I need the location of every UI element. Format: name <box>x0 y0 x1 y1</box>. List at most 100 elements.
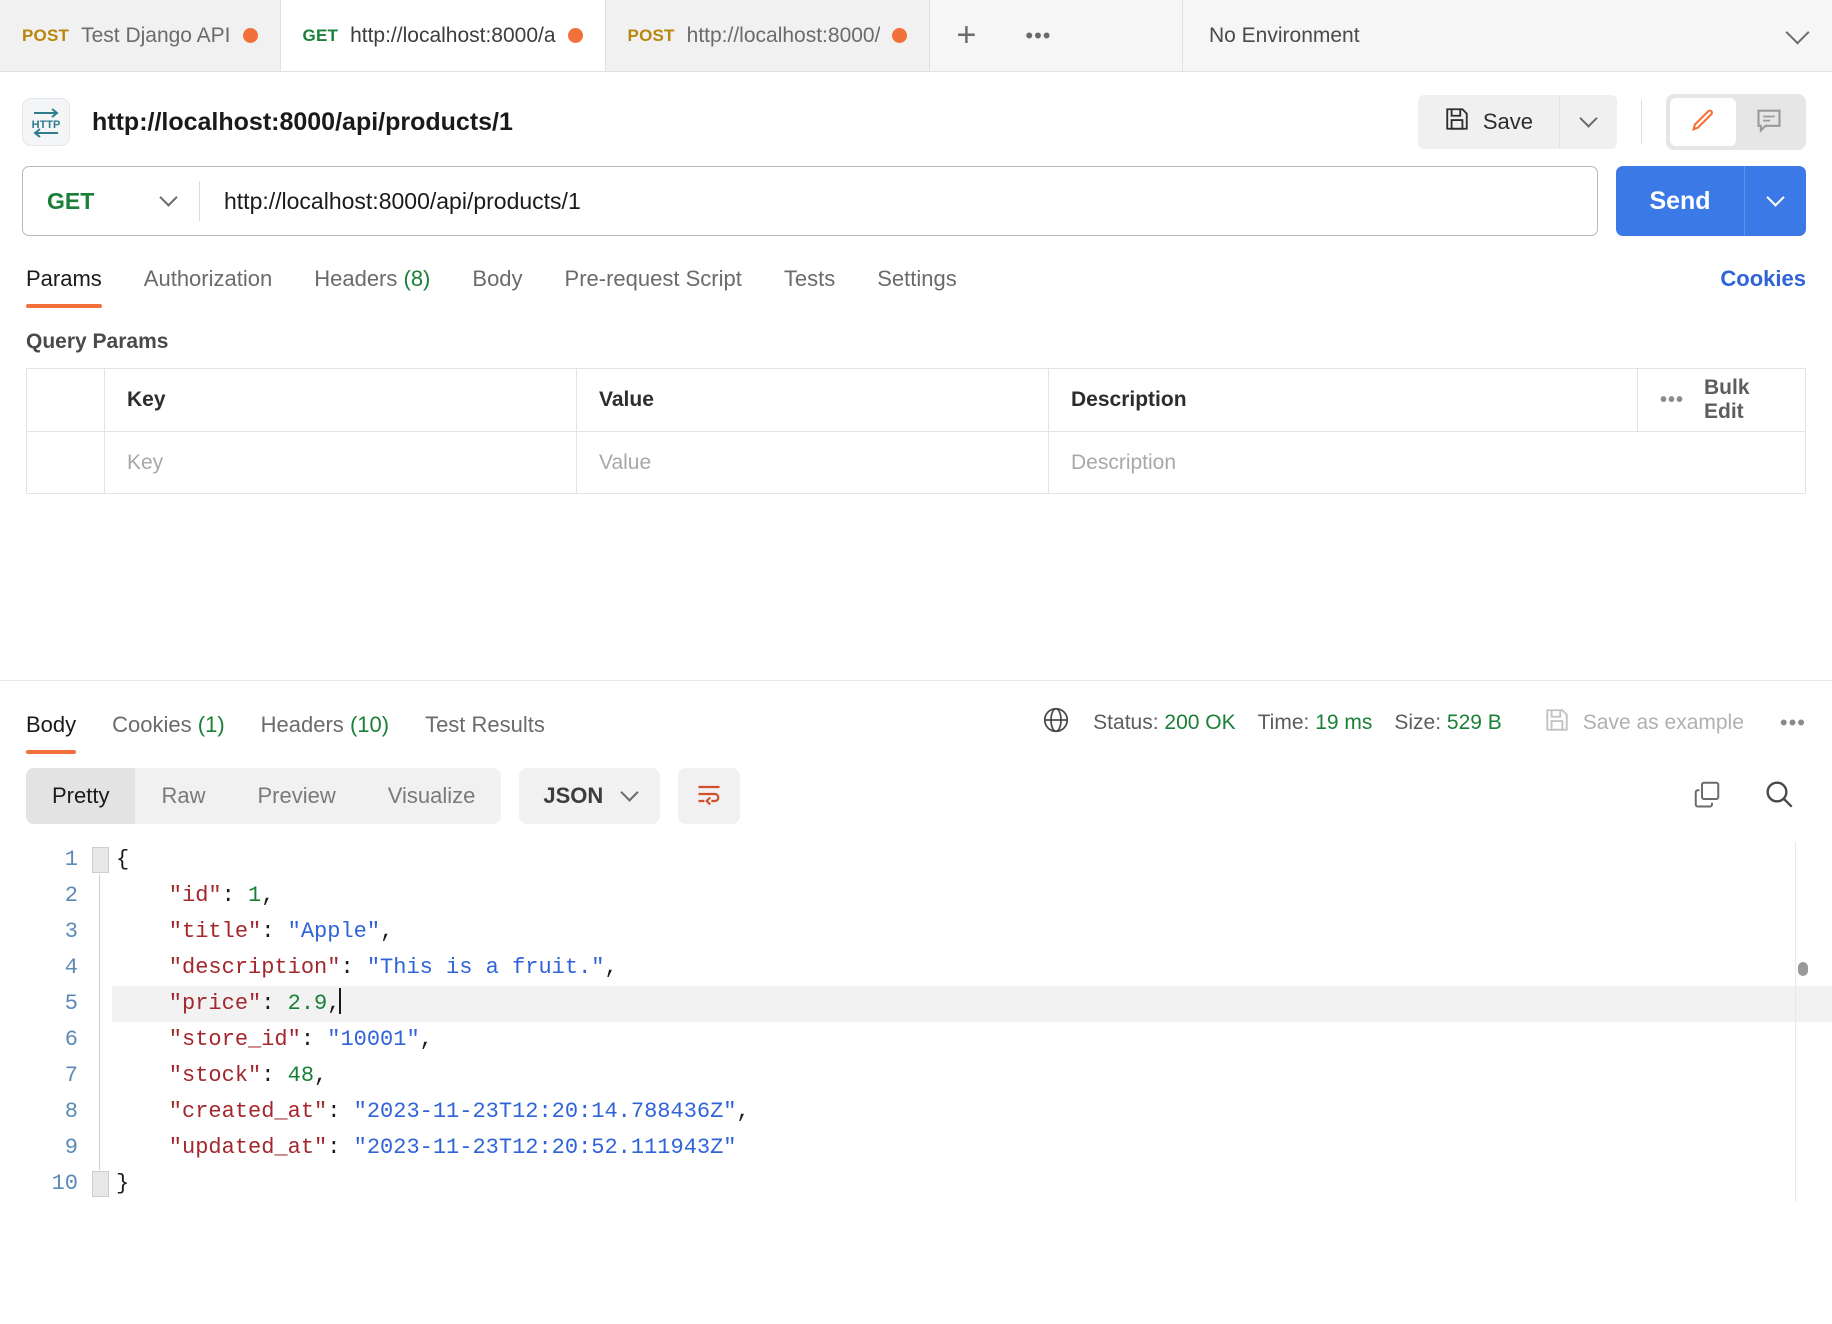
unsaved-dot-icon <box>242 28 258 43</box>
cookies-link[interactable]: Cookies <box>1720 266 1806 308</box>
request-tab-1[interactable]: GET http://localhost:8000/a <box>280 0 606 71</box>
code-token: 2.9 <box>287 991 328 1016</box>
code-token: : <box>261 919 288 944</box>
response-tab-headers[interactable]: Headers (10) <box>243 712 407 754</box>
size-value: 529 B <box>1446 710 1502 734</box>
tab-authorization[interactable]: Authorization <box>123 266 293 308</box>
send-button-group: Send <box>1616 166 1806 236</box>
floppy-disk-icon <box>1544 707 1570 739</box>
code-line-6: "store_id": "10001", <box>112 1022 1832 1058</box>
response-tab-body[interactable]: Body <box>26 712 94 754</box>
code-token: : <box>221 883 249 908</box>
tab-label: Headers <box>260 712 344 737</box>
row-key-cell[interactable]: Key <box>104 431 577 494</box>
time-text: Time: 19 ms <box>1258 711 1373 735</box>
row-value-cell[interactable]: Value <box>576 431 1049 494</box>
save-button-label: Save <box>1482 109 1533 134</box>
code-token: : <box>327 1099 354 1124</box>
query-params-title: Query Params <box>26 330 169 353</box>
pencil-icon <box>1689 106 1717 139</box>
code-token: , <box>736 1099 750 1124</box>
code-token: 1 <box>248 883 262 908</box>
comment-icon <box>1755 106 1783 139</box>
tab-method-label: POST <box>22 25 70 45</box>
tab-tests[interactable]: Tests <box>763 266 856 308</box>
comment-mode-button[interactable] <box>1736 98 1802 146</box>
code-token: "stock" <box>116 1063 262 1088</box>
request-header: HTTP http://localhost:8000/api/products/… <box>0 72 1832 166</box>
more-horizontal-icon[interactable]: ••• <box>1660 389 1684 412</box>
tab-title: http://localhost:8000/a <box>350 23 556 47</box>
view-pretty-button[interactable]: Pretty <box>26 768 136 824</box>
response-meta: Status: 200 OK Time: 19 ms Size: 529 B S… <box>1041 705 1806 754</box>
response-tab-cookies[interactable]: Cookies (1) <box>94 712 243 754</box>
send-button[interactable]: Send <box>1616 166 1744 236</box>
code-scrollbar[interactable] <box>1798 842 1808 1202</box>
table-row: Key Value Description <box>26 431 1806 494</box>
copy-button[interactable] <box>1680 769 1734 823</box>
code-token: 48 <box>287 1063 315 1088</box>
code-token: : <box>327 1135 354 1160</box>
response-format-selector[interactable]: JSON <box>519 768 661 824</box>
code-token: "store_id" <box>116 1027 301 1052</box>
tab-method-label: POST <box>627 25 675 45</box>
request-config-tabs: Params Authorization Headers (8) Body Pr… <box>0 236 1832 308</box>
word-wrap-icon <box>695 780 723 813</box>
save-button[interactable]: Save <box>1417 95 1559 149</box>
code-token: "2023-11-23T12:20:52.111943Z" <box>353 1135 737 1160</box>
code-token: , <box>314 1063 328 1088</box>
tab-headers[interactable]: Headers (8) <box>293 266 451 308</box>
request-tab-2[interactable]: POST http://localhost:8000/ <box>605 0 931 71</box>
tab-settings[interactable]: Settings <box>856 266 978 308</box>
tab-pre-request-script[interactable]: Pre-request Script <box>544 266 763 308</box>
code-token: "10001" <box>327 1027 420 1052</box>
view-raw-button[interactable]: Raw <box>135 768 231 824</box>
view-mode-pills: Pretty Raw Preview Visualize <box>26 768 502 824</box>
tab-label: Tests <box>783 266 836 291</box>
code-token: } <box>116 1171 130 1196</box>
code-line-8: "created_at": "2023-11-23T12:20:14.78843… <box>112 1094 1832 1130</box>
http-protocol-icon: HTTP <box>22 98 70 146</box>
save-button-group: Save <box>1417 95 1617 149</box>
code-fold-column[interactable] <box>92 842 112 1202</box>
code-token: "id" <box>116 883 222 908</box>
line-number: 2 <box>64 883 78 908</box>
tab-params[interactable]: Params <box>26 266 123 308</box>
tab-options-button[interactable]: ••• <box>1002 0 1075 71</box>
url-input[interactable] <box>200 187 1597 215</box>
response-tab-test-results[interactable]: Test Results <box>407 712 563 754</box>
code-token: , <box>604 955 618 980</box>
send-options-button[interactable] <box>1744 166 1806 236</box>
tab-list: POST Test Django API GET http://localhos… <box>0 0 931 71</box>
scrollbar-thumb[interactable] <box>1798 962 1808 976</box>
bulk-edit-button[interactable]: Bulk Edit <box>1704 376 1783 424</box>
code-lines: { "id": 1, "title": "Apple", "descriptio… <box>112 842 1832 1202</box>
search-button[interactable] <box>1752 769 1806 823</box>
save-as-example-button[interactable]: Save as example <box>1544 707 1744 739</box>
line-number: 10 <box>51 1171 78 1196</box>
tab-body[interactable]: Body <box>451 266 543 308</box>
request-tab-0[interactable]: POST Test Django API <box>0 0 281 71</box>
tab-method-label: GET <box>302 25 339 45</box>
row-description-cell[interactable]: Description <box>1048 431 1806 494</box>
response-more-button[interactable]: ••• <box>1780 710 1806 736</box>
new-tab-button[interactable]: + <box>930 0 1003 71</box>
fold-close-marker[interactable] <box>92 1171 109 1197</box>
response-body-viewer[interactable]: 1 2 3 4 5 6 7 8 9 10 { "id": 1, "title":… <box>0 824 1832 1202</box>
row-checkbox-cell[interactable] <box>26 431 105 494</box>
globe-icon <box>1041 705 1071 740</box>
tab-label: Settings <box>877 266 957 291</box>
fold-open-marker[interactable] <box>92 847 109 873</box>
http-method-selector[interactable]: GET <box>23 167 199 235</box>
view-visualize-button[interactable]: Visualize <box>362 768 502 824</box>
status-text: Status: 200 OK <box>1093 711 1235 735</box>
code-token: , <box>380 919 394 944</box>
chevron-down-icon <box>620 783 640 802</box>
view-preview-button[interactable]: Preview <box>231 768 361 824</box>
save-options-button[interactable] <box>1559 95 1617 149</box>
word-wrap-button[interactable] <box>678 768 741 824</box>
line-number: 1 <box>64 847 78 872</box>
tab-label: Pre-request Script <box>564 266 742 291</box>
edit-mode-button[interactable] <box>1670 98 1736 146</box>
environment-selector[interactable]: No Environment <box>1182 0 1832 71</box>
